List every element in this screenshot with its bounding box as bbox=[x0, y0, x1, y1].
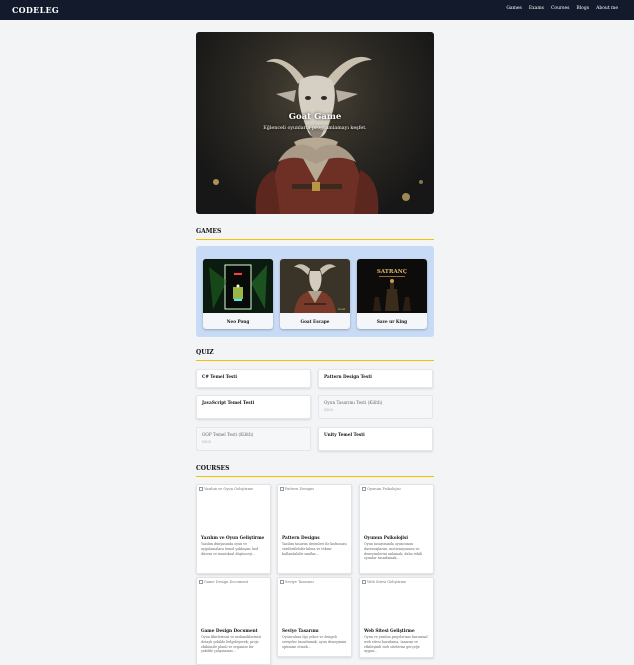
nav-link-games[interactable]: Games bbox=[506, 6, 522, 11]
quiz-title: Oyun Tasarımı Testi (Kilitli) bbox=[324, 400, 383, 405]
games-panel: Neo Pong Goat Goat Escape SATRANÇ Save u… bbox=[196, 246, 434, 337]
quiz-title: Pattern Design Testi bbox=[324, 374, 372, 379]
nav-link-courses[interactable]: Courses bbox=[551, 6, 569, 11]
broken-image-icon bbox=[362, 487, 366, 491]
quiz-card-csharp[interactable]: C# Temel Testi bbox=[196, 369, 311, 388]
course-card[interactable]: Pattern Designs Pattern Designs Yazılım … bbox=[277, 484, 352, 574]
nav-link-exams[interactable]: Exams bbox=[529, 6, 544, 11]
broken-image-icon bbox=[280, 487, 284, 491]
games-heading: GAMES bbox=[196, 228, 434, 240]
game-title: Save ur King bbox=[376, 319, 408, 324]
hero-subtitle: Eğlenceli oyunlarla programlamayı keşfet… bbox=[263, 126, 367, 131]
save-ur-king-thumbnail: SATRANÇ bbox=[357, 259, 427, 313]
course-description: Yazılım tasarım desenleri ile kodunuzu s… bbox=[282, 542, 347, 556]
course-title: Pattern Designs bbox=[282, 535, 320, 540]
quiz-heading: QUIZ bbox=[196, 349, 434, 361]
quiz-card-javascript[interactable]: JavaScript Temel Testi bbox=[196, 395, 311, 419]
nav-link-about[interactable]: About me bbox=[596, 6, 618, 11]
course-card[interactable]: Game Design Document Game Design Documen… bbox=[196, 577, 271, 665]
neo-pong-thumbnail bbox=[203, 259, 273, 313]
site-logo[interactable]: CODELEG bbox=[12, 5, 59, 15]
broken-image-icon bbox=[362, 580, 366, 584]
broken-image-icon bbox=[199, 580, 203, 584]
game-card-goat-escape[interactable]: Goat Goat Escape bbox=[280, 259, 350, 329]
quiz-card-unity[interactable]: Unity Temel Testi bbox=[318, 427, 433, 451]
course-image-broken: Yazılım ve Oyun Geliştirme bbox=[197, 485, 270, 533]
quiz-card-oop-locked: OOP Temel Testi (Kilitli) Kilitli bbox=[196, 427, 311, 451]
game-card-neo-pong[interactable]: Neo Pong bbox=[203, 259, 273, 329]
goat-character-illustration bbox=[213, 56, 423, 214]
course-image-broken: Seviye Tasarımı bbox=[278, 578, 351, 626]
course-description: Oyunculara ilgi çekici ve dengeli seviye… bbox=[282, 635, 347, 649]
quiz-card-pattern-design[interactable]: Pattern Design Testi bbox=[318, 369, 433, 388]
course-image-alt: Pattern Designs bbox=[285, 487, 315, 491]
nav-link-blogs[interactable]: Blogs bbox=[576, 6, 589, 11]
broken-image-icon bbox=[280, 580, 284, 584]
game-title: Goat Escape bbox=[300, 319, 330, 324]
main-content: Goat Game Eğlenceli oyunlarla programlam… bbox=[196, 32, 434, 665]
courses-heading: COURSES bbox=[196, 465, 434, 477]
course-description: Oyun ve yazılım projeleriniz kurumsal we… bbox=[364, 635, 428, 654]
goat-escape-thumbnail: Goat bbox=[280, 259, 350, 313]
course-image-broken: Pattern Designs bbox=[278, 485, 351, 533]
locked-label: Kilitli bbox=[324, 408, 333, 412]
broken-image-icon bbox=[199, 487, 203, 491]
game-title: Neo Pong bbox=[226, 319, 250, 324]
course-description: Oyun tasarımında oyuncunun davranışların… bbox=[364, 542, 423, 561]
course-title: Yazılım ve Oyun Geliştirme bbox=[201, 535, 265, 540]
hero-title: Goat Game bbox=[288, 112, 342, 122]
course-title: Seviye Tasarımı bbox=[282, 628, 319, 633]
course-title: Web Sitesi Geliştirme bbox=[364, 628, 415, 633]
course-title: Game Design Document bbox=[201, 628, 258, 633]
quiz-title: Unity Temel Testi bbox=[324, 432, 365, 437]
course-image-broken: Game Design Document bbox=[197, 578, 270, 626]
course-card[interactable]: Seviye Tasarımı Seviye Tasarımı Oyuncula… bbox=[277, 577, 352, 657]
svg-text:Goat: Goat bbox=[338, 307, 346, 311]
locked-label: Kilitli bbox=[202, 440, 211, 444]
course-description: Oyun fikirlerinizi ve mekaniklerinizi de… bbox=[201, 635, 262, 654]
quiz-title: C# Temel Testi bbox=[202, 374, 237, 379]
course-image-alt: Web Sitesi Geliştirme bbox=[367, 580, 407, 584]
course-image-broken: Oyunun Psikolojisi bbox=[360, 485, 433, 533]
navbar: CODELEG Games Exams Courses Blogs About … bbox=[0, 0, 634, 20]
hero-banner: Goat Game Eğlenceli oyunlarla programlam… bbox=[196, 32, 434, 214]
nav-links: Games Exams Courses Blogs About me bbox=[506, 6, 618, 11]
course-image-alt: Seviye Tasarımı bbox=[285, 580, 314, 584]
quiz-title: JavaScript Temel Testi bbox=[202, 400, 255, 405]
course-card[interactable]: Yazılım ve Oyun Geliştirme Yazılım ve Oy… bbox=[196, 484, 271, 574]
course-image-alt: Oyunun Psikolojisi bbox=[367, 487, 401, 491]
course-card[interactable]: Oyunun Psikolojisi Oyunun Psikolojisi Oy… bbox=[359, 484, 434, 574]
course-card[interactable]: Web Sitesi Geliştirme Web Sitesi Gelişti… bbox=[359, 577, 434, 658]
thumbnail-logo-text: SATRANÇ bbox=[377, 269, 408, 275]
course-image-alt: Game Design Document bbox=[204, 580, 249, 584]
game-card-save-ur-king[interactable]: SATRANÇ Save ur King bbox=[357, 259, 427, 329]
course-title: Oyunun Psikolojisi bbox=[364, 535, 408, 540]
quiz-title: OOP Temel Testi (Kilitli) bbox=[202, 432, 254, 437]
course-image-broken: Web Sitesi Geliştirme bbox=[360, 578, 433, 626]
course-description: Yazılım dünyasında oyun ve uygulamalara … bbox=[201, 542, 259, 556]
course-image-alt: Yazılım ve Oyun Geliştirme bbox=[204, 487, 254, 491]
quiz-card-game-design-locked: Oyun Tasarımı Testi (Kilitli) Kilitli bbox=[318, 395, 433, 419]
